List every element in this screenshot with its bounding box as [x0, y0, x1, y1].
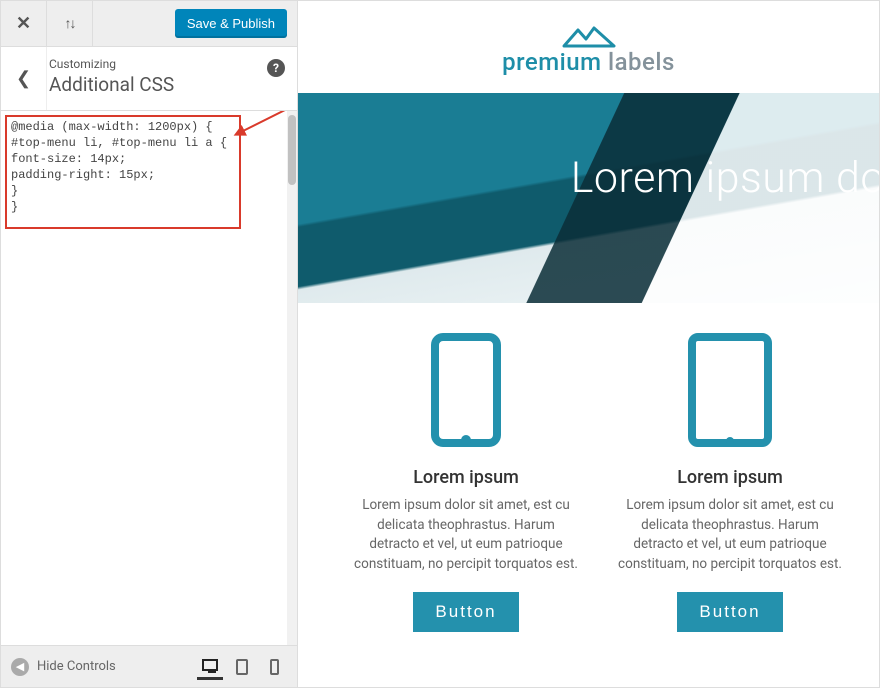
brand-second-word: labels — [602, 48, 675, 76]
customizing-label: Customizing — [49, 57, 283, 71]
chevron-left-icon: ◀ — [16, 660, 24, 673]
customizer-footer: ◀ Hide Controls — [1, 645, 297, 687]
device-mobile-button[interactable] — [261, 654, 287, 680]
feature-body: Lorem ipsum dolor sit amet, est cu delic… — [618, 496, 842, 574]
brand-first-word: premium — [502, 48, 601, 76]
chevron-left-icon: ❮ — [16, 68, 31, 89]
mobile-icon — [270, 659, 279, 675]
site-brand: premium labels — [298, 1, 879, 93]
help-icon: ? — [273, 61, 279, 75]
feature-icon-wrap — [618, 333, 842, 447]
tablet-icon — [236, 659, 248, 675]
device-desktop-button[interactable] — [197, 654, 223, 680]
help-button[interactable]: ? — [267, 59, 285, 77]
feature-title: Lorem ipsum — [618, 467, 842, 488]
feature-button[interactable]: Button — [677, 592, 782, 632]
topbar-spacer — [93, 1, 175, 47]
desktop-icon — [202, 659, 218, 671]
css-editor-wrap — [1, 111, 297, 645]
brand-mountain-icon — [562, 26, 616, 48]
collapse-button[interactable]: ◀ — [11, 658, 29, 676]
section-title: Additional CSS — [49, 73, 283, 96]
reorder-button[interactable]: ↑↓ — [47, 1, 93, 47]
device-tablet-button[interactable] — [229, 654, 255, 680]
feature-icon-wrap — [354, 333, 578, 447]
close-icon: ✕ — [16, 13, 31, 34]
hide-controls-label[interactable]: Hide Controls — [37, 659, 189, 674]
tablet-icon — [688, 333, 772, 447]
feature-button[interactable]: Button — [413, 592, 518, 632]
reorder-icon: ↑↓ — [65, 15, 75, 32]
features-row: Lorem ipsum Lorem ipsum dolor sit amet, … — [298, 303, 879, 632]
device-preview-group — [197, 654, 287, 680]
editor-scrollbar-thumb[interactable] — [288, 115, 296, 185]
feature-card: Lorem ipsum Lorem ipsum dolor sit amet, … — [618, 333, 842, 632]
site-preview: premium labels Lorem ipsum do Lorem ipsu… — [298, 1, 879, 687]
smartphone-icon — [431, 333, 501, 447]
feature-body: Lorem ipsum dolor sit amet, est cu delic… — [354, 496, 578, 574]
editor-scrollbar[interactable] — [287, 111, 297, 645]
close-button[interactable]: ✕ — [1, 1, 47, 47]
customizer-topbar: ✕ ↑↓ Save & Publish — [1, 1, 297, 47]
save-publish-button[interactable]: Save & Publish — [175, 9, 287, 38]
hero-title: Lorem ipsum do — [571, 153, 879, 203]
brand-name: premium labels — [502, 48, 675, 76]
additional-css-input[interactable] — [5, 115, 287, 645]
back-button[interactable]: ❮ — [1, 47, 47, 110]
feature-card: Lorem ipsum Lorem ipsum dolor sit amet, … — [354, 333, 578, 632]
customizer-panel: ✕ ↑↓ Save & Publish ❮ Customizing Additi… — [1, 1, 298, 687]
hero-section: Lorem ipsum do — [298, 93, 879, 303]
feature-title: Lorem ipsum — [354, 467, 578, 488]
customizer-section-header: ❮ Customizing Additional CSS ? — [1, 47, 297, 111]
